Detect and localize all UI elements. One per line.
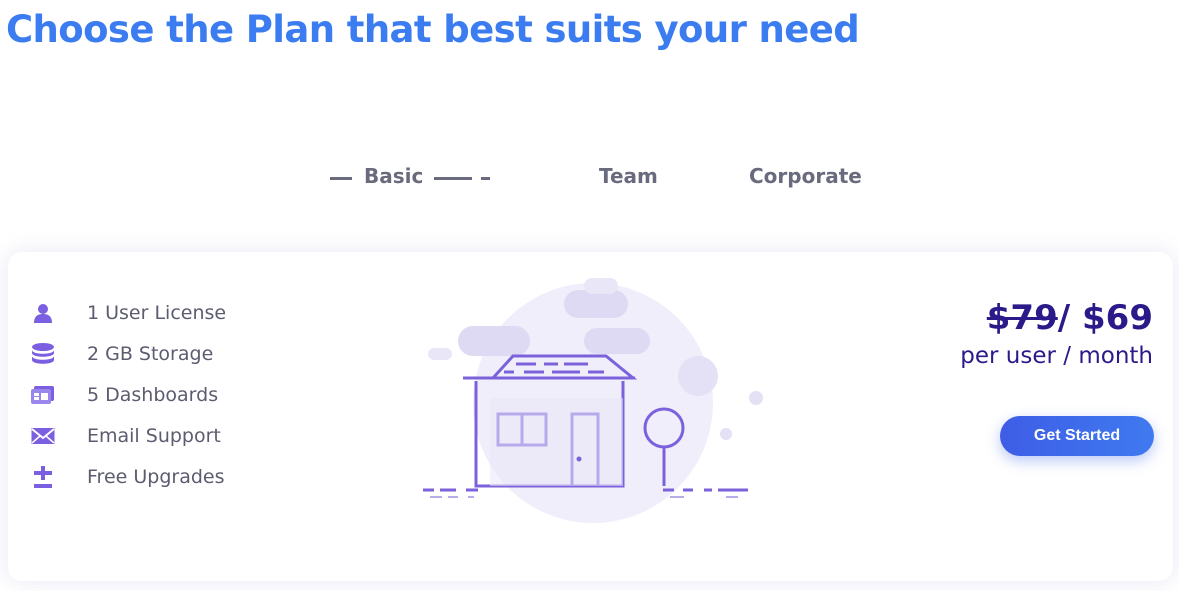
tab-active-indicator-right: [434, 177, 473, 180]
price: $79/ $69: [960, 298, 1153, 338]
feature-label: Free Upgrades: [87, 465, 225, 488]
feature-item: 5 Dashboards: [30, 374, 226, 415]
feature-list: 1 User License 2 GB Storage 5 Dashboards…: [30, 292, 226, 497]
get-started-button[interactable]: Get Started: [1000, 416, 1154, 456]
house-illustration: [408, 268, 788, 568]
user-icon: [30, 300, 56, 326]
plan-tabs: Basic Team Corporate: [0, 164, 1179, 194]
feature-item: 1 User License: [30, 292, 226, 333]
plan-card: 1 User License 2 GB Storage 5 Dashboards…: [8, 252, 1173, 581]
billing-period: per user / month: [960, 343, 1153, 370]
feature-label: Email Support: [87, 424, 221, 447]
feature-label: 2 GB Storage: [87, 342, 214, 365]
new-price: $69: [1082, 298, 1153, 338]
feature-label: 1 User License: [87, 301, 227, 324]
feature-label: 5 Dashboards: [87, 383, 219, 406]
tab-active-indicator-dash: [481, 177, 491, 180]
page-title: Choose the Plan that best suits your nee…: [6, 8, 860, 51]
tab-team[interactable]: Team: [599, 164, 658, 188]
price-box: $79/ $69 per user / month: [960, 298, 1153, 370]
feature-item: Free Upgrades: [30, 456, 226, 497]
envelope-icon: [30, 423, 56, 449]
old-price: $79: [986, 298, 1058, 338]
feature-item: 2 GB Storage: [30, 333, 226, 374]
tab-basic[interactable]: Basic: [330, 164, 491, 188]
tab-active-indicator-left: [330, 177, 352, 180]
feature-item: Email Support: [30, 415, 226, 456]
price-separator: /: [1057, 298, 1083, 338]
tab-basic-label: Basic: [364, 164, 424, 188]
database-icon: [30, 341, 56, 367]
plus-minus-icon: [30, 464, 56, 490]
tab-corporate[interactable]: Corporate: [749, 164, 862, 188]
dashboard-icon: [30, 382, 56, 408]
